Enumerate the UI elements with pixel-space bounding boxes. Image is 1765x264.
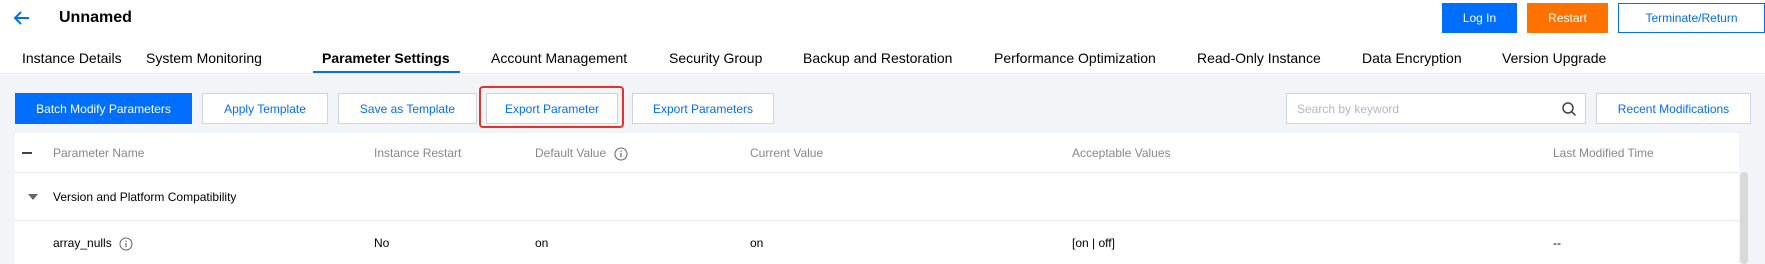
- terminate-return-button[interactable]: Terminate/Return: [1618, 3, 1765, 33]
- login-button[interactable]: Log In: [1442, 3, 1517, 33]
- cell-instance-restart: No: [374, 236, 390, 250]
- active-tab-indicator: [313, 71, 460, 73]
- column-header-current-value: Current Value: [750, 146, 824, 160]
- page-title: Unnamed: [59, 9, 132, 26]
- cell-parameter-name: array_nulls: [53, 236, 133, 251]
- tab-system-monitoring[interactable]: System Monitoring: [146, 50, 262, 66]
- table-header: Parameter Name Instance Restart Default …: [15, 133, 1739, 173]
- info-icon[interactable]: [614, 147, 628, 161]
- tab-security-group[interactable]: Security Group: [669, 50, 762, 66]
- search-input[interactable]: [1287, 94, 1557, 123]
- table-row: array_nulls No on on [on | off] --: [15, 222, 1739, 264]
- restart-button[interactable]: Restart: [1527, 3, 1608, 33]
- cell-current-value: on: [750, 236, 764, 250]
- group-label: Version and Platform Compatibility: [53, 190, 237, 204]
- column-header-default-value: Default Value: [535, 146, 628, 161]
- tab-account-management[interactable]: Account Management: [491, 50, 627, 66]
- column-header-last-modified-time: Last Modified Time: [1553, 146, 1654, 160]
- recent-modifications-button[interactable]: Recent Modifications: [1596, 93, 1751, 124]
- tab-bar: Instance Details System Monitoring Param…: [0, 42, 1765, 74]
- parameter-name: array_nulls: [53, 236, 112, 250]
- export-parameter-button[interactable]: Export Parameter: [486, 93, 618, 124]
- info-icon[interactable]: [119, 237, 133, 251]
- back-arrow-icon[interactable]: [12, 8, 32, 28]
- cell-acceptable-values: [on | off]: [1072, 236, 1115, 250]
- collapse-all-icon[interactable]: [22, 152, 32, 154]
- tab-backup-restoration[interactable]: Backup and Restoration: [803, 50, 952, 66]
- column-header-instance-restart: Instance Restart: [374, 146, 462, 160]
- tab-instance-details[interactable]: Instance Details: [22, 50, 122, 66]
- save-as-template-button[interactable]: Save as Template: [338, 93, 477, 124]
- column-header-parameter-name: Parameter Name: [53, 146, 145, 160]
- tab-performance-optimization[interactable]: Performance Optimization: [994, 50, 1156, 66]
- export-parameters-button[interactable]: Export Parameters: [632, 93, 774, 124]
- parameter-table: Parameter Name Instance Restart Default …: [15, 133, 1739, 264]
- content-area: Batch Modify Parameters Apply Template S…: [0, 75, 1765, 264]
- caret-down-icon[interactable]: [28, 194, 38, 200]
- search-icon[interactable]: [1561, 101, 1577, 117]
- tab-data-encryption[interactable]: Data Encryption: [1362, 50, 1462, 66]
- cell-default-value: on: [535, 236, 549, 250]
- column-header-default-value-label: Default Value: [535, 146, 607, 160]
- batch-modify-parameters-button[interactable]: Batch Modify Parameters: [15, 93, 192, 124]
- apply-template-button[interactable]: Apply Template: [202, 93, 328, 124]
- tab-parameter-settings[interactable]: Parameter Settings: [322, 50, 450, 66]
- page-header: Unnamed Log In Restart Terminate/Return: [0, 0, 1765, 40]
- tab-read-only-instance[interactable]: Read-Only Instance: [1197, 50, 1321, 66]
- table-group-row: Version and Platform Compatibility: [15, 174, 1739, 221]
- vertical-scrollbar[interactable]: [1740, 172, 1748, 264]
- cell-last-modified-time: --: [1553, 236, 1561, 250]
- column-header-acceptable-values: Acceptable Values: [1072, 146, 1171, 160]
- tab-version-upgrade[interactable]: Version Upgrade: [1502, 50, 1606, 66]
- search-box: [1286, 93, 1586, 124]
